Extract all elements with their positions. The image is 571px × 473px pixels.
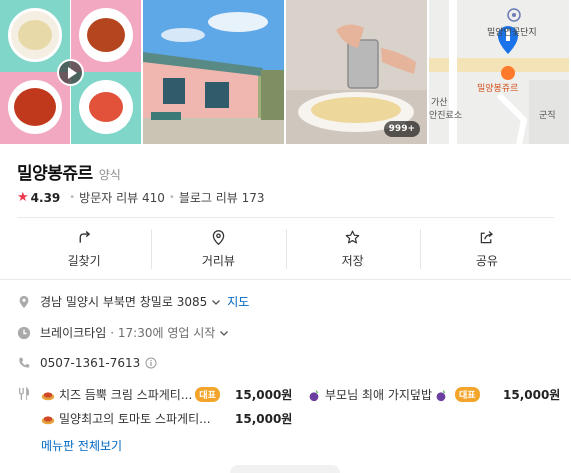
menu-item-name: 밀양최고의 토마토 스파게티... <box>59 412 211 426</box>
chevron-down-icon[interactable] <box>211 297 221 307</box>
save-button[interactable]: 저장 <box>285 226 420 271</box>
photo-pasta-grating[interactable]: 999+ <box>286 0 427 144</box>
rating-row: ★ 4.39 • 방문자 리뷰 410 • 블로그 리뷰 173 <box>17 189 265 206</box>
street-view-icon <box>212 229 225 245</box>
visitor-reviews-link[interactable]: 방문자 리뷰 410 <box>79 189 165 206</box>
star-icon: ★ <box>17 190 29 205</box>
share-button[interactable]: 공유 <box>419 226 554 271</box>
info-circle-icon[interactable] <box>145 357 157 369</box>
map-link[interactable]: 지도 <box>227 293 249 310</box>
menu-item-price: 15,000원 <box>235 412 293 426</box>
hours-status: 브레이크타임 <box>40 326 107 340</box>
photo-count-badge: 999+ <box>383 121 420 137</box>
map-label-gasan: 가산 <box>431 98 448 108</box>
photo-map-thumbnail[interactable]: 밀양연꽃단지 밀양봉쥬르 가산 안진료소 군직 <box>429 0 569 144</box>
photo-restaurant-exterior[interactable] <box>143 0 284 144</box>
chevron-down-icon[interactable] <box>219 328 229 338</box>
eggplant-emoji-icon <box>309 389 319 401</box>
address-row: 경남 밀양시 부북면 창밀로 3085 지도 <box>17 293 249 310</box>
save-label: 저장 <box>341 253 364 268</box>
map-label-restaurant: 밀양봉쥬르 <box>477 84 519 94</box>
menu-item[interactable]: 치즈 듬뿍 크림 스파게티... 대표 <box>41 386 220 403</box>
exterior-photo-image <box>143 0 284 144</box>
menu-item[interactable]: 부모님 최애 가지덮밥 대표 <box>307 386 480 403</box>
action-bar: 길찾기 거리뷰 저장 공유 <box>17 226 554 271</box>
directions-icon <box>79 230 90 243</box>
fork-knife-icon <box>18 387 30 401</box>
menu-item-price: 15,000원 <box>503 388 561 402</box>
bottom-sheet-handle <box>230 465 340 473</box>
address-text: 경남 밀양시 부북면 창밀로 3085 <box>40 295 208 309</box>
full-menu-link[interactable]: 메뉴판 전체보기 <box>41 437 122 454</box>
place-category: 양식 <box>98 168 121 182</box>
blog-reviews-link[interactable]: 블로그 리뷰 173 <box>179 189 265 206</box>
map-label-clinic: 안진료소 <box>429 111 463 121</box>
pasta-emoji-icon <box>41 415 55 424</box>
directions-button[interactable]: 길찾기 <box>17 226 151 271</box>
food-photo-quadrant <box>71 72 141 144</box>
street-view-button[interactable]: 거리뷰 <box>151 226 285 271</box>
phone-row: 0507-1361-7613 <box>17 356 157 370</box>
pasta-emoji-icon <box>41 391 55 400</box>
share-icon <box>481 230 494 243</box>
menu-item-name: 치즈 듬뿍 크림 스파게티... <box>59 388 193 402</box>
menu-item-name: 부모님 최애 가지덮밥 <box>325 388 432 402</box>
menu-item[interactable]: 밀양최고의 토마토 스파게티... <box>41 410 211 427</box>
divider <box>17 217 554 218</box>
divider <box>0 279 571 280</box>
signature-tag: 대표 <box>455 387 480 402</box>
menu-item-price: 15,000원 <box>235 388 293 402</box>
rating-score: 4.39 <box>30 190 61 205</box>
share-label: 공유 <box>475 253 498 268</box>
hours-row[interactable]: 브레이크타임 · 17:30에 영업 시작 <box>17 324 229 341</box>
hours-detail: · 17:30에 영업 시작 <box>110 326 216 340</box>
signature-tag: 대표 <box>195 387 220 402</box>
location-pin-icon <box>19 295 29 308</box>
phone-number[interactable]: 0507-1361-7613 <box>40 356 140 370</box>
eggplant-emoji-icon <box>436 389 446 401</box>
clock-icon <box>17 326 31 339</box>
phone-icon <box>19 357 30 368</box>
photo-strip: 999+ 밀양연꽃단지 밀양봉쥬르 가산 안진료소 군직 <box>0 0 571 144</box>
directions-label: 길찾기 <box>67 253 101 268</box>
food-photo-quadrant <box>0 0 70 72</box>
place-name: 밀양봉쥬르 <box>17 164 93 184</box>
map-label-gun: 군직 <box>539 111 556 121</box>
food-photo-quadrant <box>71 0 141 72</box>
separator-dot: • <box>69 192 76 203</box>
separator-dot: • <box>168 192 175 203</box>
street-view-label: 거리뷰 <box>201 253 235 268</box>
star-outline-icon <box>345 230 360 243</box>
place-title-row: 밀양봉쥬르 양식 <box>17 159 121 184</box>
food-photo-quadrant <box>0 72 70 144</box>
map-label-lotus: 밀양연꽃단지 <box>487 28 537 38</box>
photo-food-collage[interactable] <box>0 0 141 144</box>
play-video-icon[interactable] <box>57 59 84 86</box>
map-image <box>429 0 569 144</box>
